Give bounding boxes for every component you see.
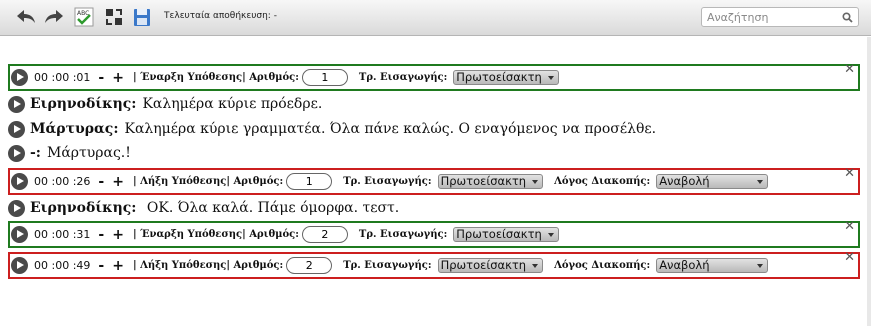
speaker-name: Ειρηνοδίκης: (30, 200, 137, 216)
interruption-reason-select[interactable]: Αναβολή (656, 258, 769, 273)
event-label: | Λήξη Υπόθεσης| Αριθμός: (132, 176, 284, 187)
chevron-down-icon (757, 179, 764, 184)
entry-type-select[interactable]: Πρωτοείσακτη (437, 174, 544, 189)
time-increase-button[interactable]: + (112, 258, 124, 274)
event-timestamp: 00 :00 :49 (34, 259, 91, 272)
play-icon[interactable] (8, 144, 25, 162)
case-number-input[interactable] (286, 173, 333, 190)
entry-type-value: Πρωτοείσακτη (440, 258, 527, 272)
entry-type-select[interactable]: Πρωτοείσακτη (437, 258, 544, 273)
search-input[interactable] (707, 9, 837, 25)
event-timestamp: 00 :00 :31 (34, 228, 91, 241)
case-end-event: 00 :00 :49 - + | Λήξη Υπόθεσης| Αριθμός:… (8, 251, 860, 279)
chevron-down-icon (532, 179, 539, 184)
entry-type-label: Τρ. Εισαγωγής: (343, 176, 432, 187)
time-decrease-button[interactable]: - (98, 174, 104, 190)
transcript-scroll-edge (867, 37, 871, 326)
speaker-name: Ειρηνοδίκης: (30, 96, 137, 112)
interruption-reason-value: Αναβολή (659, 258, 710, 272)
utterance-text[interactable]: Μάρτυρας.! (47, 145, 131, 161)
event-label: | Έναρξη Υπόθεσης| Αριθμός: (132, 229, 299, 240)
toolbar: ABC Τελευταία αποθήκευση: - (0, 0, 871, 36)
play-icon[interactable] (11, 69, 28, 86)
time-decrease-button[interactable]: - (98, 70, 104, 86)
time-decrease-button[interactable]: - (98, 258, 104, 274)
entry-type-value: Πρωτοείσακτη (456, 227, 542, 241)
case-start-event: 00 :00 :01 - + | Έναρξη Υπόθεσης| Αριθμό… (8, 63, 860, 91)
utterance-text[interactable]: Καλημέρα κύριε γραμματέα. Όλα πάνε καλώς… (125, 121, 657, 137)
case-number-input[interactable] (286, 257, 333, 274)
play-icon[interactable] (8, 120, 25, 138)
close-icon[interactable]: ✕ (844, 63, 855, 77)
play-icon[interactable] (8, 95, 25, 113)
undo-icon (17, 10, 35, 23)
interruption-reason-select[interactable]: Αναβολή (656, 174, 769, 189)
play-icon[interactable] (11, 226, 28, 243)
replace-button[interactable] (102, 5, 126, 29)
play-icon[interactable] (11, 257, 28, 274)
redo-button[interactable] (42, 5, 66, 29)
event-label: | Έναρξη Υπόθεσης| Αριθμός: (132, 72, 299, 83)
spellcheck-icon: ABC (74, 7, 94, 27)
entry-type-label: Τρ. Εισαγωγής: (358, 229, 448, 240)
time-increase-button[interactable]: + (112, 227, 124, 243)
event-timestamp: 00 :00 :26 (34, 175, 91, 188)
save-button[interactable] (130, 5, 154, 29)
utterance-text[interactable]: ΟΚ. Όλα καλά. Πάμε όμορφα. τεστ. (142, 200, 399, 216)
close-icon[interactable]: ✕ (844, 220, 855, 234)
case-number-input[interactable] (301, 69, 348, 86)
entry-type-label: Τρ. Εισαγωγής: (358, 72, 448, 83)
play-icon[interactable] (11, 173, 28, 190)
undo-button[interactable] (14, 5, 38, 29)
case-end-event: 00 :00 :26 - + | Λήξη Υπόθεσης| Αριθμός:… (8, 167, 860, 195)
search-icon[interactable] (842, 12, 853, 23)
interruption-reason-label: Λόγος Διακοπής: (554, 260, 651, 271)
search-box[interactable] (701, 7, 859, 27)
case-number-input[interactable] (301, 226, 348, 243)
utterance-row: -: Μάρτυρας.! (8, 143, 131, 163)
event-timestamp: 00 :00 :01 (34, 71, 91, 84)
utterance-text[interactable]: Καλημέρα κύριε πρόεδρε. (142, 96, 322, 112)
interruption-reason-value: Αναβολή (659, 174, 710, 188)
close-icon[interactable]: ✕ (844, 167, 855, 181)
redo-icon (45, 10, 63, 23)
time-increase-button[interactable]: + (112, 174, 124, 190)
close-icon[interactable]: ✕ (844, 251, 855, 265)
utterance-row: Ειρηνοδίκης: Καλημέρα κύριε πρόεδρε. (8, 94, 322, 114)
time-increase-button[interactable]: + (112, 70, 124, 86)
speaker-name: -: (30, 145, 41, 161)
entry-type-value: Πρωτοείσακτη (440, 174, 527, 188)
event-label: | Λήξη Υπόθεσης| Αριθμός: (132, 260, 284, 271)
entry-type-value: Πρωτοείσακτη (456, 70, 542, 84)
entry-type-label: Τρ. Εισαγωγής: (343, 260, 432, 271)
time-decrease-button[interactable]: - (98, 227, 104, 243)
last-saved-status: Τελευταία αποθήκευση: - (164, 11, 277, 21)
save-icon (134, 9, 150, 26)
case-start-event: 00 :00 :31 - + | Έναρξη Υπόθεσης| Αριθμό… (8, 220, 860, 248)
entry-type-select[interactable]: Πρωτοείσακτη (453, 70, 559, 85)
chevron-down-icon (757, 263, 764, 268)
speaker-name: Μάρτυρας: (30, 121, 119, 137)
chevron-down-icon (547, 232, 554, 237)
entry-type-select[interactable]: Πρωτοείσακτη (453, 227, 559, 242)
chevron-down-icon (547, 75, 554, 80)
play-icon[interactable] (8, 199, 25, 217)
utterance-row: Μάρτυρας: Καλημέρα κύριε γραμματέα. Όλα … (8, 119, 656, 139)
spellcheck-button[interactable]: ABC (72, 5, 96, 29)
utterance-row: Ειρηνοδίκης: ΟΚ. Όλα καλά. Πάμε όμορφα. … (8, 198, 399, 218)
replace-icon (106, 9, 122, 25)
interruption-reason-label: Λόγος Διακοπής: (554, 176, 651, 187)
chevron-down-icon (532, 263, 539, 268)
